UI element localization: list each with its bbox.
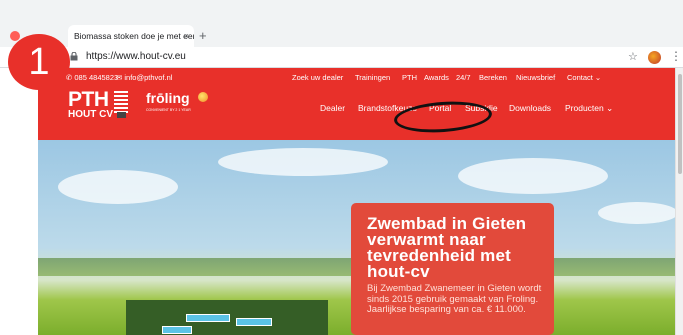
nav-dealer[interactable]: Dealer <box>320 103 345 113</box>
pool-shape <box>186 314 230 322</box>
pool-shape <box>162 326 192 334</box>
address-bar[interactable]: https://www.hout-cv.eu ☆ ⋮ <box>0 47 683 68</box>
hero-callout[interactable]: Zwembad in Gieten verwarmt naar tevreden… <box>351 203 554 335</box>
topnav-nieuwsbrief[interactable]: Nieuwsbrief <box>516 73 555 82</box>
froling-flame-icon <box>198 92 208 102</box>
cloud-shape <box>598 202 675 224</box>
cloud-shape <box>58 170 178 204</box>
logo-badge-icon <box>117 112 126 118</box>
tab-title: Biomassa stoken doe je met een <box>74 31 194 41</box>
hero-title: Zwembad in Gieten verwarmt naar tevreden… <box>367 214 527 281</box>
pool-aerial-photo <box>126 300 328 335</box>
browser-tab[interactable]: Biomassa stoken doe je met een × <box>68 25 194 47</box>
page-scrollbar[interactable] <box>675 68 683 335</box>
topnav-contact[interactable]: Contact ⌄ <box>567 73 601 82</box>
phone-number: 085 4845823 <box>74 73 119 82</box>
extension-icon[interactable] <box>648 51 661 64</box>
bookmark-star-icon[interactable]: ☆ <box>628 50 638 63</box>
topnav-24-7[interactable]: 24/7 <box>456 73 471 82</box>
topnav-awards[interactable]: Awards <box>424 73 449 82</box>
new-tab-button[interactable]: + <box>199 28 207 43</box>
scrollbar-thumb[interactable] <box>678 74 682 174</box>
pool-shape <box>236 318 272 326</box>
topnav-pth[interactable]: PTH <box>402 73 417 82</box>
lock-icon <box>70 52 78 61</box>
topnav-trainingen[interactable]: Trainingen <box>355 73 390 82</box>
browser-chrome: Biomassa stoken doe je met een × + https… <box>0 0 683 68</box>
url-text[interactable]: https://www.hout-cv.eu <box>86 51 186 62</box>
logo-hout-cv-text: HOUT CV <box>68 109 113 120</box>
froling-tagline: CONVENIENT BY 2 1 YEAR <box>146 108 191 112</box>
cloud-shape <box>458 158 608 194</box>
phone-link[interactable]: ✆ 085 4845823 <box>66 73 118 82</box>
froling-logo-text: frōling <box>146 90 190 106</box>
step-number-badge: 1 <box>8 34 70 90</box>
hero-body: Bij Zwembad Zwanemeer in Gieten wordt si… <box>367 283 542 315</box>
cloud-shape <box>218 148 388 176</box>
website-viewport: ✆ 085 4845823 ✉ info@pthvof.nl Zoek uw d… <box>38 68 675 335</box>
email-link[interactable]: ✉ info@pthvof.nl <box>116 73 172 82</box>
email-address: info@pthvof.nl <box>124 73 173 82</box>
browser-menu-icon[interactable]: ⋮ <box>670 49 682 63</box>
topnav-zoek-uw-dealer[interactable]: Zoek uw dealer <box>292 73 343 82</box>
tab-close-icon[interactable]: × <box>184 25 189 47</box>
nav-downloads[interactable]: Downloads <box>509 103 551 113</box>
nav-producten[interactable]: Producten ⌄ <box>565 103 613 114</box>
topnav-bereken[interactable]: Bereken <box>479 73 507 82</box>
site-header: ✆ 085 4845823 ✉ info@pthvof.nl Zoek uw d… <box>38 68 675 140</box>
